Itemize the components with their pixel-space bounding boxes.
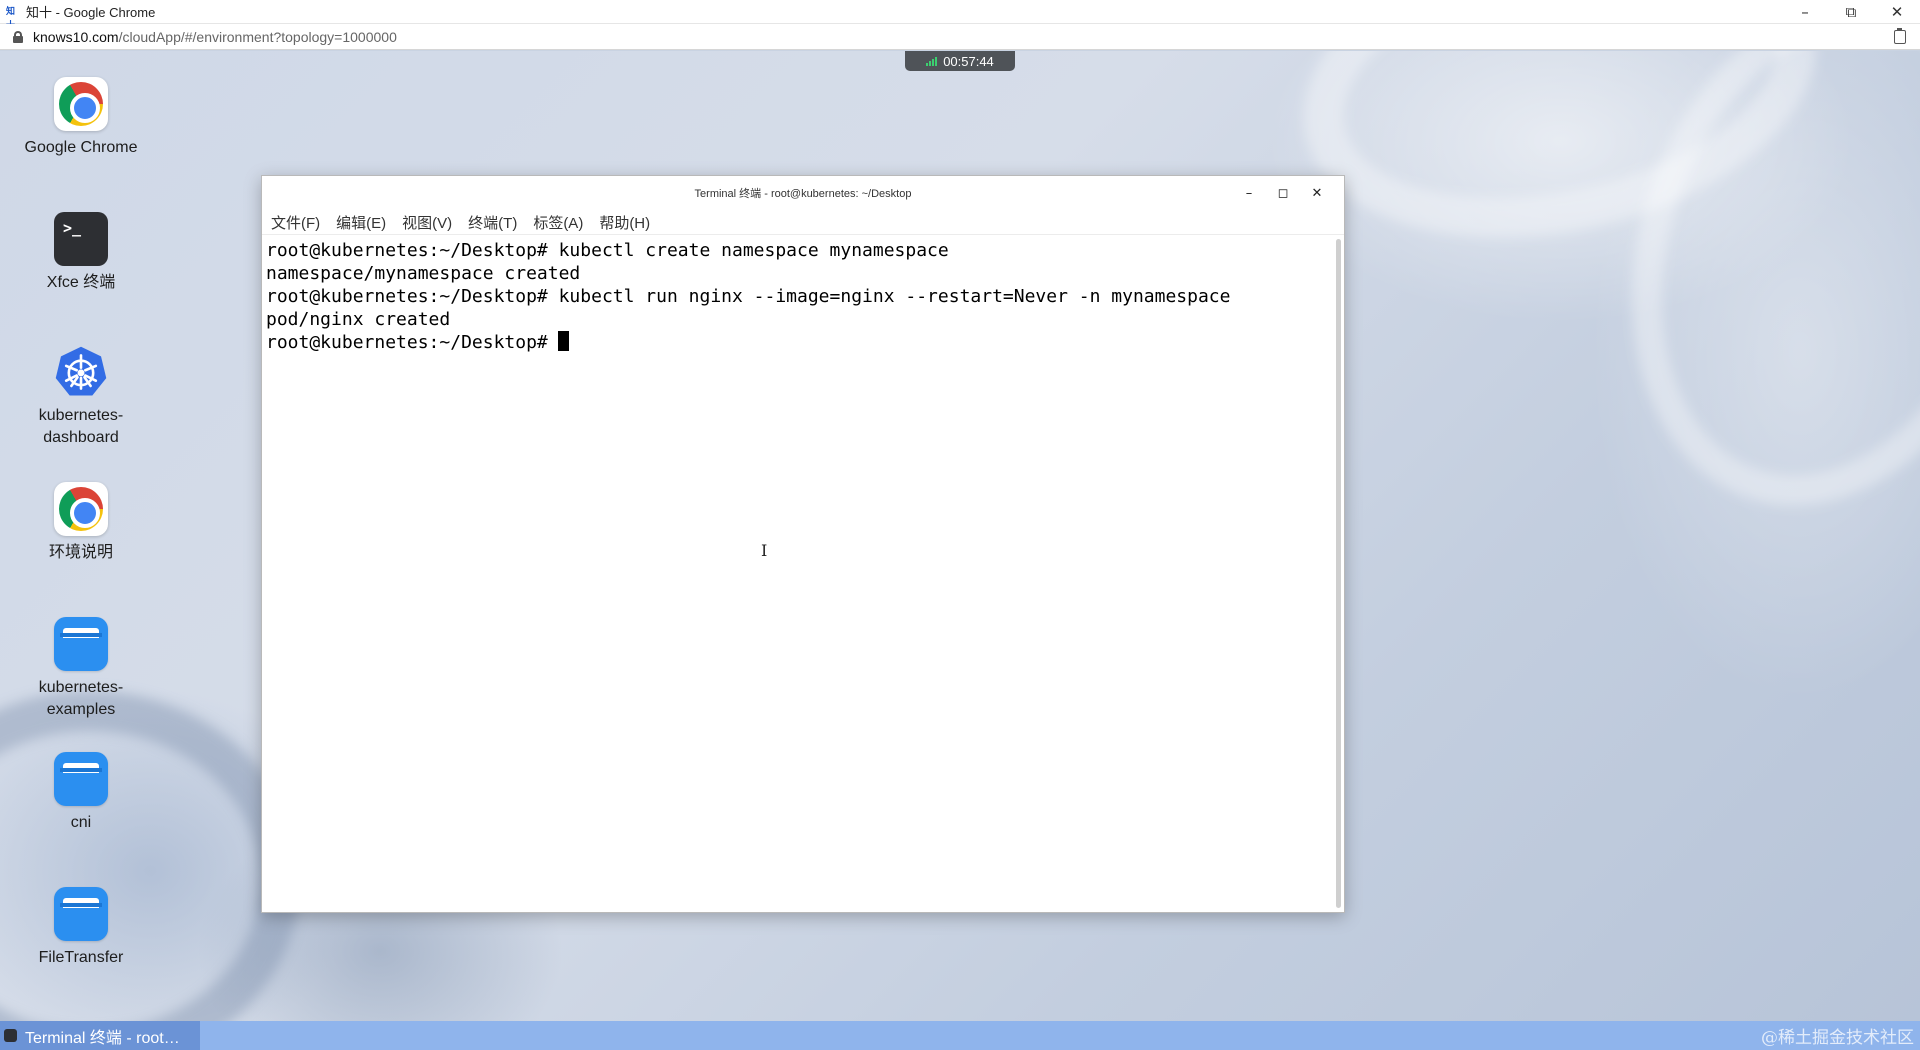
desktop-icon-kubernetes-examples[interactable]: kubernetes-examples	[16, 617, 146, 721]
menu-file[interactable]: 文件(F)	[269, 212, 322, 233]
menu-terminal[interactable]: 终端(T)	[466, 212, 519, 233]
browser-restore-button[interactable]: ⧉	[1828, 0, 1874, 24]
watermark: @稀土掘金技术社区	[1761, 1028, 1914, 1048]
desktop-icon-label: kubernetes-examples	[38, 679, 124, 718]
terminal-output[interactable]: root@kubernetes:~/Desktop# kubectl creat…	[262, 234, 1344, 912]
terminal-line: root@kubernetes:~/Desktop# kubectl creat…	[266, 240, 949, 261]
terminal-close-button[interactable]: ✕	[1300, 181, 1334, 205]
url-path: /cloudApp/#/environment?topology=1000000	[118, 28, 397, 45]
menu-view[interactable]: 视图(V)	[400, 212, 454, 233]
text-cursor	[557, 331, 569, 351]
chrome-icon	[54, 77, 108, 131]
menu-edit[interactable]: 编辑(E)	[334, 212, 388, 233]
taskbar: Terminal 终端 - root… @稀土掘金技术社区	[0, 1021, 1920, 1050]
desktop-icon-environment-notes[interactable]: 环境说明	[16, 482, 146, 564]
remote-desktop: 00:57:44 Google Chrome >_ Xfce 终端 kubern…	[0, 51, 1920, 1021]
session-timer-value: 00:57:44	[943, 53, 994, 69]
wallpaper-wave	[0, 691, 300, 1021]
desktop-icon-label: kubernetes-dashboard	[38, 407, 124, 446]
session-timer: 00:57:44	[905, 51, 1015, 71]
terminal-icon: >_	[54, 212, 108, 266]
terminal-title: Terminal 终端 - root@kubernetes: ~/Desktop	[694, 188, 912, 200]
lock-icon[interactable]	[12, 30, 24, 43]
browser-minimize-button[interactable]: –	[1782, 0, 1828, 24]
terminal-window[interactable]: Terminal 终端 - root@kubernetes: ~/Desktop…	[261, 175, 1345, 913]
folder-icon	[54, 617, 108, 671]
terminal-line: pod/nginx created	[266, 309, 451, 330]
desktop-icon-label: cni	[70, 814, 92, 831]
desktop-icon-label: Google Chrome	[24, 139, 138, 156]
taskbar-item-label: Terminal 终端 - root…	[25, 1029, 180, 1047]
browser-window-title: 知十 - Google Chrome	[26, 5, 156, 20]
kubernetes-icon	[54, 345, 108, 399]
terminal-minimize-button[interactable]: –	[1232, 181, 1266, 205]
signal-strength-icon	[926, 56, 938, 66]
url-host: knows10.com	[33, 28, 119, 45]
chrome-icon	[54, 482, 108, 536]
browser-titlebar: 知十 知十 - Google Chrome – ⧉ ✕	[0, 0, 1920, 31]
folder-icon	[54, 752, 108, 806]
terminal-maximize-button[interactable]: ◻	[1266, 181, 1300, 205]
desktop-icon-label: Xfce 终端	[46, 274, 116, 291]
desktop-icon-label: FileTransfer	[38, 949, 124, 966]
taskbar-item-terminal[interactable]: Terminal 终端 - root…	[0, 1021, 200, 1050]
clipboard-icon[interactable]	[1894, 27, 1906, 44]
desktop-icon-google-chrome[interactable]: Google Chrome	[16, 77, 146, 159]
address-bar[interactable]: knows10.com/cloudApp/#/environment?topol…	[0, 24, 1920, 50]
desktop-icon-label: 环境说明	[48, 544, 113, 561]
browser-close-button[interactable]: ✕	[1874, 0, 1920, 24]
menu-tabs[interactable]: 标签(A)	[531, 212, 585, 233]
site-favicon-icon: 知十	[6, 6, 16, 31]
terminal-scrollbar[interactable]	[1336, 239, 1341, 908]
terminal-prompt-line: root@kubernetes:~/Desktop#	[266, 331, 1340, 354]
desktop-icon-xfce-terminal[interactable]: >_ Xfce 终端	[16, 212, 146, 294]
terminal-window-controls: – ◻ ✕	[1232, 176, 1334, 210]
terminal-line: namespace/mynamespace created	[266, 263, 581, 284]
browser-window-controls: – ⧉ ✕	[1782, 0, 1920, 23]
terminal-icon	[4, 1029, 17, 1042]
terminal-prompt: root@kubernetes:~/Desktop#	[266, 332, 548, 353]
url-text[interactable]: knows10.com/cloudApp/#/environment?topol…	[33, 29, 397, 45]
ibeam-cursor-icon: I	[761, 541, 768, 560]
terminal-menubar: 文件(F) 编辑(E) 视图(V) 终端(T) 标签(A) 帮助(H)	[262, 210, 1344, 234]
terminal-titlebar[interactable]: Terminal 终端 - root@kubernetes: ~/Desktop…	[262, 176, 1344, 210]
terminal-line: root@kubernetes:~/Desktop# kubectl run n…	[266, 286, 1231, 307]
menu-help[interactable]: 帮助(H)	[597, 212, 652, 233]
desktop-icon-filetransfer[interactable]: FileTransfer	[16, 887, 146, 969]
folder-icon	[54, 887, 108, 941]
desktop-icon-kubernetes-dashboard[interactable]: kubernetes-dashboard	[16, 345, 146, 449]
desktop-icon-cni[interactable]: cni	[16, 752, 146, 834]
